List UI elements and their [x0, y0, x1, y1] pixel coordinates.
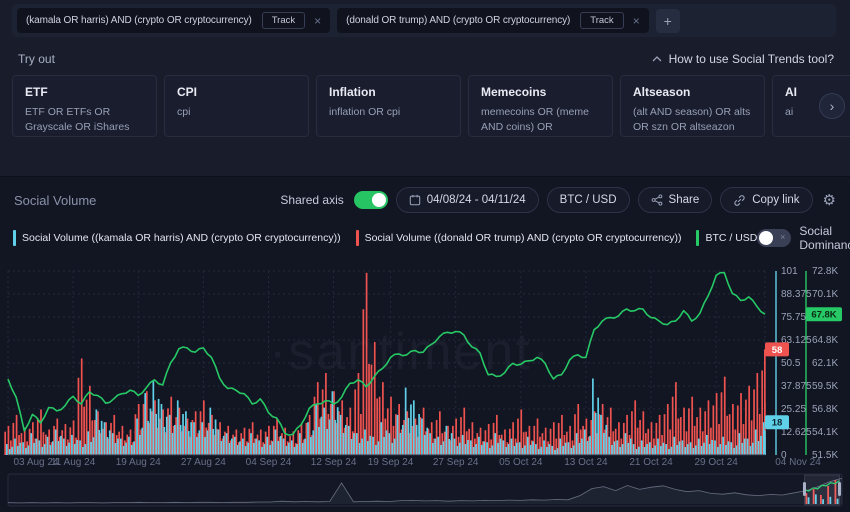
legend-key-cyan [13, 230, 16, 246]
share-icon [651, 194, 663, 206]
copy-link-button[interactable]: Copy link [720, 187, 812, 213]
svg-text:58: 58 [772, 345, 783, 356]
svg-text:04 Nov 24: 04 Nov 24 [775, 457, 821, 468]
svg-text:11 Aug 24: 11 Aug 24 [51, 457, 96, 468]
trump-volume-bars [4, 273, 765, 455]
legend-item-trump[interactable]: Social Volume ((donald OR trump) AND (cr… [356, 230, 682, 246]
svg-text:19 Sep 24: 19 Sep 24 [368, 457, 414, 468]
cards-scroll-right-button[interactable]: › [819, 93, 845, 119]
toggle-knob [372, 193, 386, 207]
svg-text:62.1K: 62.1K [812, 358, 838, 369]
legend-label: Social Volume ((donald OR trump) AND (cr… [365, 232, 682, 244]
svg-text:05 Oct 24: 05 Oct 24 [499, 457, 543, 468]
svg-text:67.8K: 67.8K [811, 310, 836, 321]
svg-text:12 Sep 24: 12 Sep 24 [311, 457, 357, 468]
svg-text:54.1K: 54.1K [812, 427, 838, 438]
svg-text:72.8K: 72.8K [812, 266, 838, 277]
svg-text:04 Sep 24: 04 Sep 24 [246, 457, 292, 468]
svg-text:25.25: 25.25 [781, 404, 806, 415]
card-title: CPI [177, 85, 296, 99]
card-query: (alt AND season) OR alts OR szn OR altse… [633, 105, 752, 135]
card-title: Memecoins [481, 85, 600, 99]
asset-pair-button[interactable]: BTC / USD [547, 187, 630, 213]
social-volume-chart[interactable]: 10172.8K88.37570.1K75.7567.4K63.12564.8K… [0, 254, 850, 512]
share-label: Share [669, 194, 700, 206]
range-navigator[interactable] [8, 474, 842, 506]
query-bar: (kamala OR harris) AND (crypto OR crypto… [12, 4, 836, 37]
svg-text:64.8K: 64.8K [812, 335, 838, 346]
card-altseason[interactable]: Altseason (alt AND season) OR alts OR sz… [620, 75, 765, 137]
svg-text:27 Sep 24: 27 Sep 24 [433, 457, 479, 468]
track-button[interactable]: Track [262, 12, 305, 29]
track-button[interactable]: Track [580, 12, 623, 29]
share-button[interactable]: Share [638, 187, 713, 213]
date-range-button[interactable]: 04/08/24 - 04/11/24 [396, 187, 539, 213]
close-icon[interactable]: × [314, 15, 321, 27]
close-icon[interactable]: × [633, 15, 640, 27]
toggle-off-x-icon: × [780, 232, 785, 242]
card-title: Altseason [633, 85, 752, 99]
svg-text:75.75: 75.75 [781, 312, 806, 323]
shared-axis-toggle[interactable] [354, 191, 388, 209]
svg-text:27 Aug 24: 27 Aug 24 [181, 457, 226, 468]
toggle-knob [759, 231, 773, 245]
svg-text:29 Oct 24: 29 Oct 24 [694, 457, 738, 468]
card-query: memecoins OR (meme AND coins) OR memecoi… [481, 105, 600, 135]
legend-label: Social Volume ((kamala OR harris) AND (c… [22, 232, 341, 244]
add-query-button[interactable]: + [656, 9, 680, 33]
legend-item-btc[interactable]: BTC / USD [696, 230, 757, 246]
svg-text:21 Oct 24: 21 Oct 24 [629, 457, 673, 468]
asset-pair-label: BTC / USD [560, 194, 617, 206]
query-chip-trump[interactable]: (donald OR trump) AND (crypto OR cryptoc… [337, 8, 649, 33]
card-query: inflation OR cpi [329, 105, 448, 135]
query-chip-kamala[interactable]: (kamala OR harris) AND (crypto OR crypto… [17, 8, 330, 33]
card-query: cpi [177, 105, 296, 135]
copy-link-label: Copy link [752, 194, 799, 206]
tryout-title: Try out [18, 52, 55, 66]
legend-key-red [356, 230, 359, 246]
chart-toolbar: Social Volume Shared axis 04/08/24 - 04/… [0, 185, 850, 215]
svg-text:56.8K: 56.8K [812, 404, 838, 415]
svg-text:37.875: 37.875 [781, 381, 812, 392]
query-text: (donald OR trump) AND (crypto OR cryptoc… [346, 15, 570, 26]
card-query: ETF OR ETFs OR Grayscale OR iShares OR b… [25, 105, 144, 135]
legend-label: BTC / USD [705, 232, 757, 244]
chart-legend: Social Volume ((kamala OR harris) AND (c… [0, 227, 850, 249]
svg-text:50.5: 50.5 [781, 358, 801, 369]
social-dominance-label: Social Dominance [799, 224, 850, 252]
card-title: Inflation [329, 85, 448, 99]
svg-text:19 Aug 24: 19 Aug 24 [116, 457, 161, 468]
svg-text:101: 101 [781, 266, 798, 277]
legend-item-kamala[interactable]: Social Volume ((kamala OR harris) AND (c… [13, 230, 341, 246]
link-icon [733, 194, 746, 207]
card-inflation[interactable]: Inflation inflation OR cpi [316, 75, 461, 137]
svg-text:18: 18 [772, 418, 783, 429]
svg-text:59.5K: 59.5K [812, 381, 838, 392]
help-link-label: How to use Social Trends tool? [669, 52, 834, 66]
shared-axis-label: Shared axis [280, 193, 343, 207]
card-title: ETF [25, 85, 144, 99]
social-dominance-toggle[interactable]: × [757, 229, 791, 247]
help-link[interactable]: How to use Social Trends tool? [652, 52, 834, 66]
card-memecoins[interactable]: Memecoins memecoins OR (meme AND coins) … [468, 75, 613, 137]
panel-title: Social Volume [14, 193, 96, 208]
chevron-right-icon: › [830, 99, 835, 113]
card-etf[interactable]: ETF ETF OR ETFs OR Grayscale OR iShares … [12, 75, 157, 137]
chevron-up-icon [652, 56, 662, 62]
legend-key-green [696, 230, 699, 246]
settings-gear-icon[interactable]: ⚙ [823, 191, 836, 209]
svg-text:88.375: 88.375 [781, 289, 812, 300]
date-range-label: 04/08/24 - 04/11/24 [427, 194, 526, 206]
card-cpi[interactable]: CPI cpi [164, 75, 309, 137]
query-text: (kamala OR harris) AND (crypto OR crypto… [26, 15, 252, 26]
svg-text:13 Oct 24: 13 Oct 24 [564, 457, 608, 468]
tryout-cards: ETF ETF OR ETFs OR Grayscale OR iShares … [12, 75, 850, 137]
svg-text:70.1K: 70.1K [812, 289, 838, 300]
calendar-icon [409, 194, 421, 206]
x-axis-labels: 03 Aug 2411 Aug 2419 Aug 2427 Aug 2404 S… [13, 457, 821, 468]
